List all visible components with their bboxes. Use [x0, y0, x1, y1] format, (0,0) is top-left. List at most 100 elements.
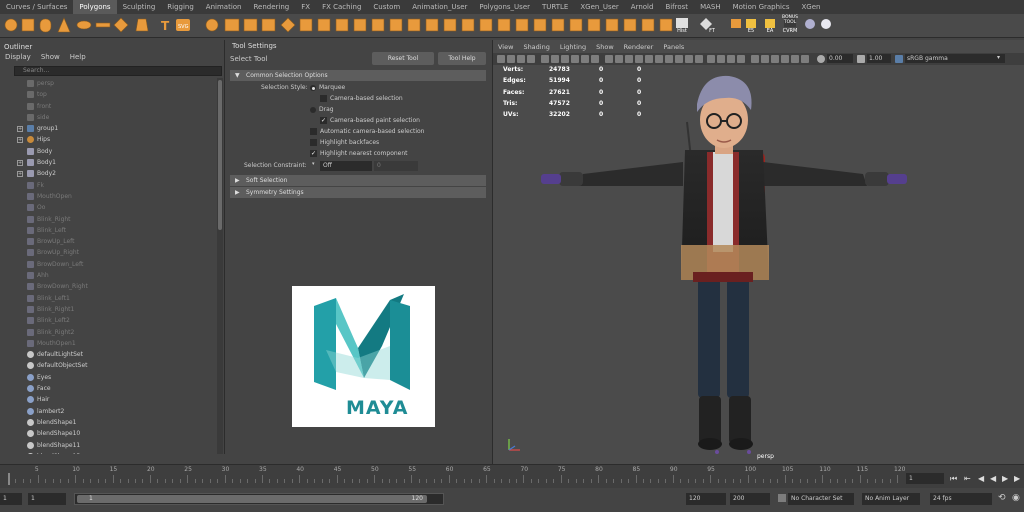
- shelf-tab[interactable]: Rendering: [247, 0, 295, 14]
- animation-start-field[interactable]: 1: [0, 493, 22, 505]
- outliner-item[interactable]: top: [0, 89, 215, 100]
- outliner-item[interactable]: BrowDown_Right: [0, 281, 215, 292]
- outliner-menu-item[interactable]: Help: [65, 52, 91, 63]
- outliner-item[interactable]: Blink_Left1: [0, 293, 215, 304]
- outliner-scrollbar[interactable]: [217, 78, 223, 454]
- outliner-menu-item[interactable]: Show: [36, 52, 65, 63]
- highlight-backfaces-checkbox[interactable]: [310, 139, 317, 146]
- current-frame-field[interactable]: 1: [906, 473, 944, 484]
- outliner-item[interactable]: Eyes: [0, 372, 215, 383]
- play-forwards-icon[interactable]: ▶: [1002, 474, 1008, 483]
- outliner-item[interactable]: blendShape11: [0, 440, 215, 451]
- time-slider[interactable]: 5 10 15 20 25 30 35 40 45 50 55 60 65 70 75 80 85 90 95 100…: [0, 464, 1024, 488]
- outliner-item[interactable]: Hair: [0, 394, 215, 405]
- play-backwards-icon[interactable]: ◀: [990, 474, 996, 483]
- expand-toggle-icon[interactable]: +: [17, 126, 23, 133]
- shelf-tab[interactable]: Motion Graphics: [727, 0, 796, 14]
- outliner-item[interactable]: Fk: [0, 180, 215, 191]
- outliner-item[interactable]: + group1: [0, 123, 215, 134]
- reset-tool-button[interactable]: Reset Tool: [372, 52, 434, 65]
- shelf-tab[interactable]: FX: [295, 0, 316, 14]
- auto-camera-checkbox[interactable]: [310, 128, 317, 135]
- shelf-icons-strip[interactable]: T SVG: [0, 14, 1024, 38]
- outliner-item[interactable]: Blink_Right2: [0, 327, 215, 338]
- tool-help-button[interactable]: Tool Help: [438, 52, 486, 65]
- shelf-tab[interactable]: Polygons_User: [473, 0, 536, 14]
- outliner-item[interactable]: blendShape15: [0, 451, 215, 454]
- outliner-item[interactable]: BrowUp_Left: [0, 236, 215, 247]
- auto-key-icon[interactable]: ◉: [1012, 493, 1020, 503]
- shelf-tab[interactable]: Rigging: [161, 0, 200, 14]
- shelf-tab[interactable]: Custom: [367, 0, 406, 14]
- shelf-tab[interactable]: MASH: [694, 0, 727, 14]
- selection-constraint-dropdown[interactable]: Off: [320, 161, 372, 171]
- camera-based-paint-checkbox[interactable]: ✓: [320, 117, 327, 124]
- expand-toggle-icon[interactable]: +: [17, 160, 23, 167]
- playback-end-field[interactable]: 120: [686, 493, 726, 505]
- outliner-item[interactable]: + Hips: [0, 134, 215, 145]
- outliner-item[interactable]: Blink_Left2: [0, 315, 215, 326]
- outliner-item[interactable]: Oo: [0, 202, 215, 213]
- shelf-tab[interactable]: FX Caching: [316, 0, 367, 14]
- shelf-tab[interactable]: Sculpting: [117, 0, 162, 14]
- range-slider-handle[interactable]: 1 120: [77, 495, 427, 503]
- shelf-tab[interactable]: XGen: [795, 0, 826, 14]
- shelf-tab[interactable]: XGen_User: [574, 0, 624, 14]
- outliner-item[interactable]: + Body1: [0, 157, 215, 168]
- step-back-key-icon[interactable]: ⇤: [964, 474, 971, 483]
- playback-start-field[interactable]: 1: [28, 493, 66, 505]
- step-back-frame-icon[interactable]: ◀: [978, 474, 984, 483]
- outliner-item[interactable]: blendShape10: [0, 428, 215, 439]
- outliner-item[interactable]: MouthOpen: [0, 191, 215, 202]
- outliner-item[interactable]: Body: [0, 146, 215, 157]
- outliner-item[interactable]: Blink_Left: [0, 225, 215, 236]
- loop-icon[interactable]: ⟲: [998, 493, 1006, 503]
- expand-toggle-icon[interactable]: +: [17, 137, 23, 144]
- outliner-item[interactable]: BrowUp_Right: [0, 247, 215, 258]
- outliner-item[interactable]: Face: [0, 383, 215, 394]
- go-to-start-icon[interactable]: ⏮: [950, 474, 957, 484]
- drag-radio[interactable]: [310, 107, 316, 113]
- shelf-tab[interactable]: Animation: [200, 0, 248, 14]
- scroll-thumb[interactable]: [218, 80, 222, 230]
- outliner-item[interactable]: lambert2: [0, 406, 215, 417]
- camera-based-selection-checkbox[interactable]: [320, 95, 327, 102]
- outliner-menu-item[interactable]: Display: [0, 52, 36, 63]
- range-slider[interactable]: 1 120: [74, 493, 444, 505]
- outliner-item[interactable]: Ahh: [0, 270, 215, 281]
- expand-toggle-icon[interactable]: +: [17, 171, 23, 178]
- shelf-tab[interactable]: Curves / Surfaces: [0, 0, 73, 14]
- outliner-item[interactable]: + Body2: [0, 168, 215, 179]
- shelf-tab[interactable]: Polygons: [73, 0, 117, 14]
- outliner-item[interactable]: front: [0, 101, 215, 112]
- outliner-search-input[interactable]: Search...: [14, 66, 222, 76]
- outliner-item[interactable]: defaultObjectSet: [0, 360, 215, 371]
- outliner-item[interactable]: Blink_Right1: [0, 304, 215, 315]
- step-forward-frame-icon[interactable]: ▶: [1014, 474, 1020, 483]
- constraint-number-field[interactable]: 0: [374, 161, 418, 171]
- soft-selection-section[interactable]: ▶ Soft Selection: [230, 175, 486, 186]
- outliner-item[interactable]: persp: [0, 78, 215, 89]
- highlight-nearest-checkbox[interactable]: ✓: [310, 150, 317, 157]
- common-selection-section[interactable]: ▼ Common Selection Options: [230, 70, 486, 81]
- shelf-tab[interactable]: Arnold: [625, 0, 660, 14]
- outliner-item[interactable]: defaultLightSet: [0, 349, 215, 360]
- outliner-item[interactable]: blendShape1: [0, 417, 215, 428]
- symmetry-settings-section[interactable]: ▶ Symmetry Settings: [230, 187, 486, 198]
- current-time-indicator[interactable]: [8, 473, 10, 485]
- outliner-item[interactable]: side: [0, 112, 215, 123]
- outliner-item[interactable]: MouthOpen1: [0, 338, 215, 349]
- timeline-ruler[interactable]: 5 10 15 20 25 30 35 40 45 50 55 60 65 70 75 80 85 90 95 100…: [0, 465, 905, 489]
- character-model[interactable]: [493, 40, 1024, 464]
- outliner-item[interactable]: BrowDown_Left: [0, 259, 215, 270]
- shelf-tab[interactable]: Bifrost: [659, 0, 694, 14]
- shelf-tab[interactable]: Animation_User: [406, 0, 473, 14]
- marquee-radio[interactable]: [310, 85, 316, 91]
- fps-dropdown[interactable]: 24 fps: [930, 493, 992, 505]
- animation-end-field[interactable]: 200: [730, 493, 770, 505]
- shelf-tab[interactable]: TURTLE: [536, 0, 574, 14]
- anim-layer-dropdown[interactable]: No Anim Layer: [862, 493, 920, 505]
- character-set-dropdown[interactable]: No Character Set: [788, 493, 854, 505]
- viewport-panel[interactable]: View Shading Lighting Show Renderer Panels: [492, 40, 1024, 464]
- outliner-item[interactable]: Blink_Right: [0, 214, 215, 225]
